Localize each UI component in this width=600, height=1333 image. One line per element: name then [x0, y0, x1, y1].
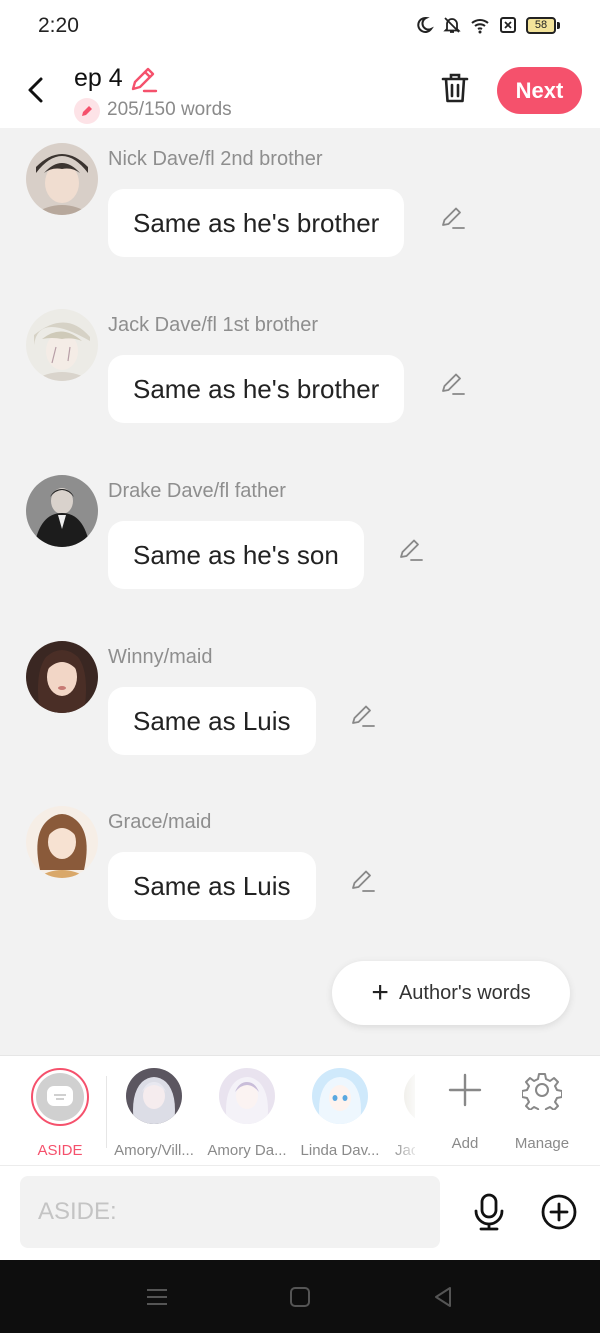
message-bubble[interactable]: Same as he's son — [108, 521, 364, 589]
add-circle-icon[interactable] — [540, 1193, 578, 1231]
character-item[interactable]: Amory/Vill... — [109, 1068, 199, 1159]
avatar[interactable] — [26, 143, 98, 215]
character-avatar — [126, 1068, 182, 1124]
manage-label: Manage — [514, 1135, 570, 1152]
divider — [106, 1076, 107, 1148]
status-bar: 2:20 58 — [0, 0, 600, 52]
word-count-pencil-icon — [74, 98, 100, 124]
speaker-name: Drake Dave/fl father — [108, 480, 286, 502]
aside-label: ASIDE — [37, 1142, 83, 1159]
edit-message-icon[interactable] — [439, 203, 467, 231]
character-name: Amory/Vill... — [114, 1142, 194, 1159]
authors-words-label: Author's words — [398, 981, 531, 1004]
manage-button[interactable]: Manage — [502, 1068, 582, 1152]
character-avatar — [219, 1068, 275, 1124]
home-icon[interactable] — [287, 1284, 313, 1310]
avatar[interactable] — [26, 806, 98, 878]
aside-input[interactable] — [20, 1176, 440, 1248]
system-nav-bar — [0, 1260, 600, 1333]
word-count: 205/150 words — [107, 99, 232, 120]
message-row: Nick Dave/fl 2nd brother Same as he's br… — [0, 143, 600, 273]
wifi-icon — [471, 19, 489, 34]
message-row: Winny/maid Same as Luis — [0, 641, 600, 771]
add-label: Add — [451, 1135, 479, 1152]
speaker-name: Winny/maid — [108, 646, 213, 668]
edit-title-pencil-icon[interactable] — [128, 64, 158, 94]
authors-words-button[interactable]: + Author's words — [332, 961, 570, 1025]
avatar[interactable] — [26, 309, 98, 381]
message-bubble[interactable]: Same as he's brother — [108, 189, 405, 257]
character-item[interactable]: Amory Da... — [202, 1068, 292, 1159]
message-bubble[interactable]: Same as Luis — [108, 687, 316, 755]
battery-icon: 58 — [526, 16, 560, 34]
trash-icon[interactable] — [438, 70, 472, 106]
plus-icon — [448, 1073, 482, 1107]
add-character-button[interactable]: Add — [425, 1068, 505, 1152]
sim-icon — [500, 17, 516, 33]
edit-message-icon[interactable] — [349, 866, 377, 894]
speaker-name: Jack Dave/fl 1st brother — [108, 314, 319, 336]
speech-bubble-icon — [47, 1086, 73, 1106]
input-bar — [0, 1165, 600, 1260]
microphone-icon[interactable] — [470, 1192, 508, 1232]
edit-message-icon[interactable] — [349, 701, 377, 729]
speaker-name: Nick Dave/fl 2nd brother — [108, 148, 323, 170]
header: ep 4 205/150 words Next — [0, 52, 600, 128]
gear-icon — [521, 1073, 563, 1115]
next-button[interactable]: Next — [497, 67, 582, 114]
message-row: Jack Dave/fl 1st brother Same as he's br… — [0, 309, 600, 439]
bell-muted-icon — [443, 17, 461, 33]
edit-message-icon[interactable] — [397, 535, 425, 563]
status-icons: 58 — [414, 15, 560, 35]
avatar[interactable] — [26, 475, 98, 547]
scroll-fade — [392, 1056, 422, 1164]
plus-icon: + — [371, 976, 389, 1009]
episode-title: ep 4 — [74, 64, 123, 92]
message-row: Drake Dave/fl father Same as he's son — [0, 475, 600, 605]
avatar[interactable] — [26, 641, 98, 713]
aside-avatar — [31, 1068, 89, 1126]
battery-level: 58 — [526, 16, 556, 34]
menu-icon[interactable] — [144, 1284, 170, 1310]
back-nav-icon[interactable] — [430, 1284, 456, 1310]
character-name: Amory Da... — [207, 1142, 287, 1159]
message-bubble[interactable]: Same as he's brother — [108, 355, 405, 423]
message-bubble[interactable]: Same as Luis — [108, 852, 316, 920]
moon-icon — [417, 16, 434, 33]
back-arrow-icon[interactable] — [22, 72, 52, 108]
message-row: Grace/maid Same as Luis — [0, 806, 600, 936]
speaker-name: Grace/maid — [108, 811, 212, 833]
character-aside[interactable]: ASIDE — [15, 1068, 105, 1159]
edit-message-icon[interactable] — [439, 369, 467, 397]
character-bar: ASIDE Amory/Vill... Amory Da... Linda Da… — [0, 1055, 600, 1165]
status-time: 2:20 — [38, 14, 79, 37]
